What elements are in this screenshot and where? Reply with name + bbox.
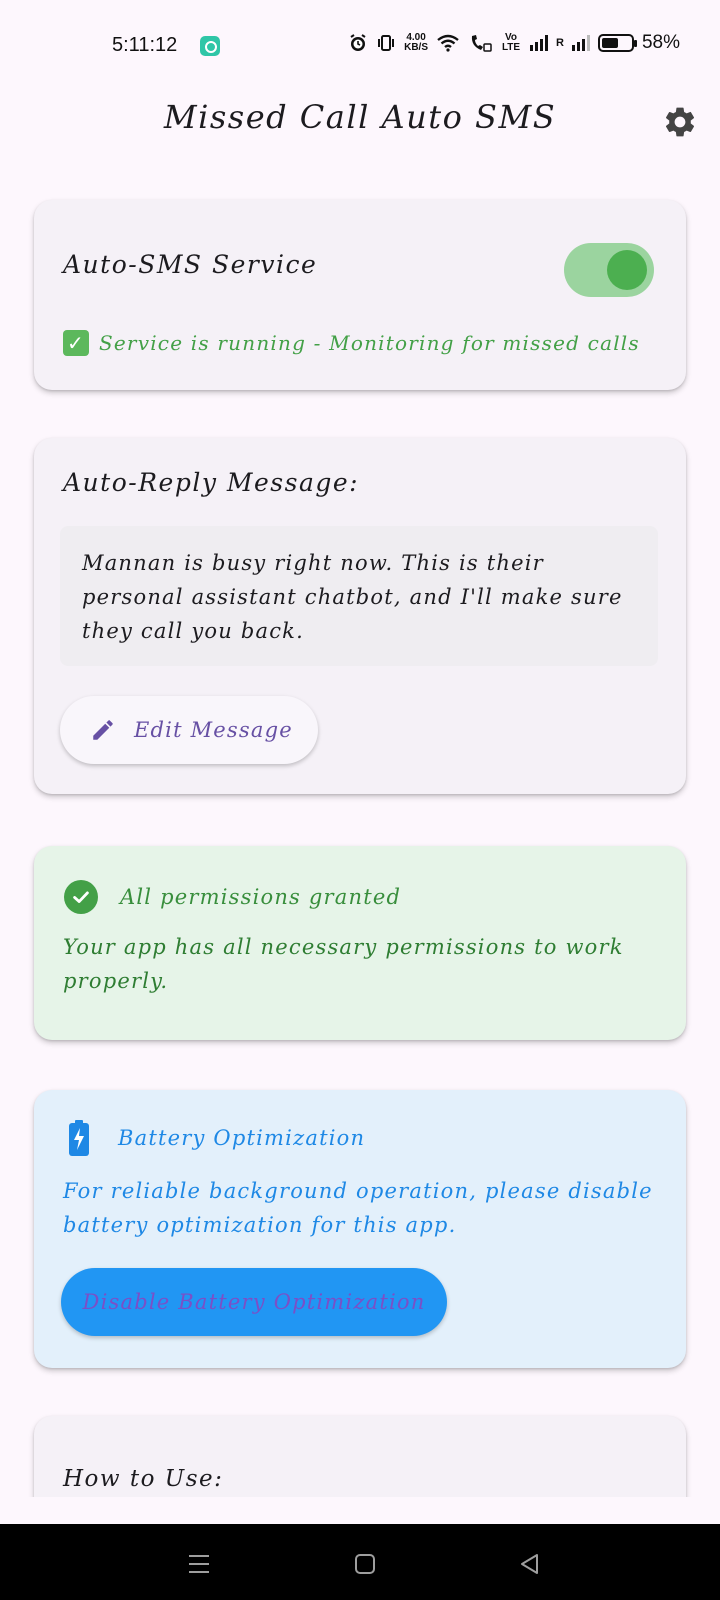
service-card: Auto-SMS Service ✓ Service is running - … (34, 200, 686, 390)
disable-battery-optimization-button[interactable]: Disable Battery Optimization (61, 1268, 447, 1336)
home-button[interactable] (343, 1542, 387, 1586)
battery-optimization-card: Battery Optimization For reliable backgr… (34, 1090, 686, 1368)
back-icon (521, 1554, 538, 1574)
battery-icon (597, 34, 637, 52)
service-status: ✓ Service is running - Monitoring for mi… (63, 330, 640, 356)
battery-title: Battery Optimization (118, 1126, 366, 1150)
check-circle-icon (64, 880, 98, 914)
toggle-knob (607, 250, 647, 290)
status-bar: 5:11:12 4.00 KB/S Vo LTE R 58% (0, 0, 720, 92)
edit-message-button[interactable]: Edit Message (60, 696, 318, 764)
edit-message-label: Edit Message (134, 718, 293, 742)
alarm-icon (348, 33, 368, 53)
battery-header: Battery Optimization (68, 1120, 365, 1156)
wifi-call-icon (468, 33, 492, 53)
navigation-bar (0, 1524, 720, 1600)
permissions-title: All permissions granted (120, 885, 402, 909)
network-speed: 4.00 KB/S (404, 33, 428, 53)
back-button[interactable] (508, 1542, 552, 1586)
vibrate-icon (376, 33, 396, 53)
app-title: Missed Call Auto SMS (163, 98, 557, 136)
battery-percent: 58% (641, 32, 680, 53)
app-notification-icon (200, 36, 220, 56)
network-speed-unit: KB/S (404, 42, 429, 53)
disable-battery-optimization-label: Disable Battery Optimization (82, 1290, 426, 1314)
status-time: 5:11:12 (112, 34, 178, 56)
auto-reply-message: Mannan is busy right now. This is their … (60, 526, 658, 666)
recent-apps-button[interactable] (177, 1542, 221, 1586)
battery-text: For reliable background operation, pleas… (63, 1179, 653, 1237)
signal-icon (530, 35, 549, 51)
service-title: Auto-SMS Service (63, 250, 318, 279)
wifi-icon (436, 33, 460, 53)
roaming-label: R (556, 37, 564, 49)
permissions-header: All permissions granted (64, 880, 401, 914)
permissions-text: Your app has all necessary permissions t… (63, 935, 624, 993)
home-icon (355, 1554, 375, 1574)
service-toggle[interactable] (564, 243, 654, 297)
check-box-icon: ✓ (63, 330, 89, 356)
message-card-title: Auto-Reply Message: (63, 468, 360, 497)
gear-icon (665, 107, 695, 137)
signal-roaming-icon (571, 35, 590, 51)
how-to-use-title: How to Use: (63, 1466, 224, 1492)
status-icons: 4.00 KB/S Vo LTE R 58% (348, 32, 680, 54)
service-status-text: Service is running - Monitoring for miss… (99, 331, 640, 355)
pencil-icon (93, 720, 113, 740)
volte-label: Vo LTE (501, 32, 521, 53)
content-clip (0, 1497, 720, 1524)
menu-icon (189, 1555, 209, 1573)
message-card: Auto-Reply Message: Mannan is busy right… (34, 438, 686, 794)
battery-charging-icon (69, 1120, 89, 1156)
permissions-card: All permissions granted Your app has all… (34, 846, 686, 1040)
app-bar: Missed Call Auto SMS (0, 92, 720, 182)
settings-button[interactable] (658, 100, 702, 144)
